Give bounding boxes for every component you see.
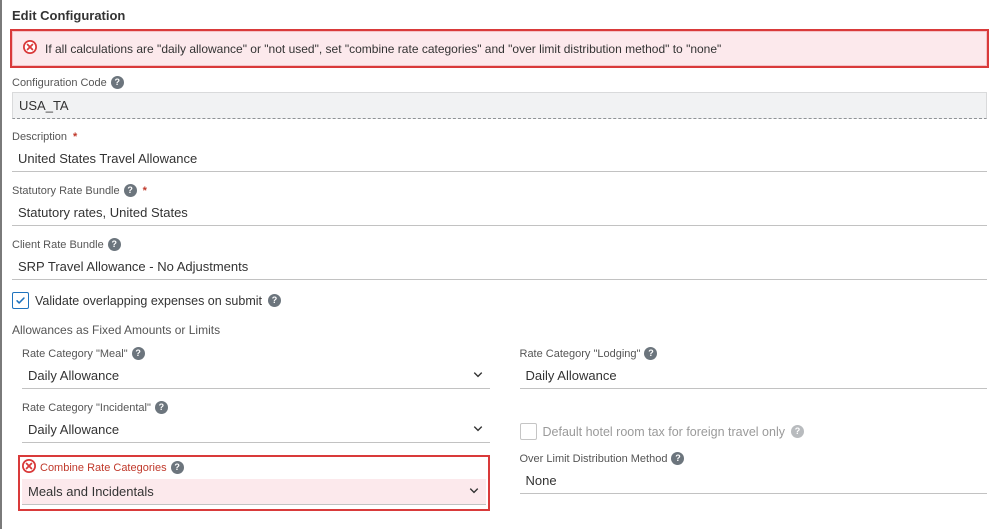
over-limit-select[interactable] — [520, 468, 988, 494]
error-circle-icon — [22, 459, 36, 476]
help-icon[interactable]: ? — [644, 347, 657, 360]
validation-error-banner: If all calculations are "daily allowance… — [12, 31, 987, 66]
rate-meal-label-text: Rate Category "Meal" — [22, 348, 128, 360]
config-code-label-text: Configuration Code — [12, 77, 107, 89]
allowances-section-heading: Allowances as Fixed Amounts or Limits — [12, 323, 987, 337]
help-icon[interactable]: ? — [155, 401, 168, 414]
over-limit-label-text: Over Limit Distribution Method — [520, 453, 668, 465]
statutory-bundle-label-text: Statutory Rate Bundle — [12, 185, 120, 197]
client-bundle-label-text: Client Rate Bundle — [12, 239, 104, 251]
default-hotel-tax-label: Default hotel room tax for foreign trave… — [543, 425, 785, 439]
statutory-bundle-label: Statutory Rate Bundle ? * — [12, 184, 987, 197]
description-field[interactable] — [12, 146, 987, 172]
rate-lodging-label-text: Rate Category "Lodging" — [520, 348, 641, 360]
description-label-text: Description — [12, 131, 67, 143]
rate-meal-select[interactable] — [22, 363, 490, 389]
page-title: Edit Configuration — [12, 8, 987, 23]
help-icon[interactable]: ? — [671, 452, 684, 465]
rate-incidental-select[interactable] — [22, 417, 490, 443]
combine-rate-label: Combine Rate Categories ? — [22, 459, 486, 476]
combine-rate-select[interactable] — [22, 479, 486, 505]
rate-incidental-label-text: Rate Category "Incidental" — [22, 402, 151, 414]
rate-incidental-value[interactable] — [22, 417, 490, 443]
rate-lodging-value[interactable] — [520, 363, 988, 389]
help-icon[interactable]: ? — [111, 76, 124, 89]
config-code-label: Configuration Code ? — [12, 76, 987, 89]
over-limit-label: Over Limit Distribution Method ? — [520, 452, 988, 465]
error-message-text: If all calculations are "daily allowance… — [45, 42, 721, 56]
over-limit-value[interactable] — [520, 468, 988, 494]
help-icon[interactable]: ? — [124, 184, 137, 197]
help-icon[interactable]: ? — [791, 425, 804, 438]
required-asterisk: * — [73, 131, 77, 143]
help-icon[interactable]: ? — [171, 461, 184, 474]
help-icon[interactable]: ? — [132, 347, 145, 360]
help-icon[interactable]: ? — [108, 238, 121, 251]
validate-overlap-label: Validate overlapping expenses on submit — [35, 294, 262, 308]
error-circle-icon — [23, 40, 37, 57]
rate-meal-label: Rate Category "Meal" ? — [22, 347, 490, 360]
help-icon[interactable]: ? — [268, 294, 281, 307]
rate-incidental-label: Rate Category "Incidental" ? — [22, 401, 490, 414]
required-asterisk: * — [143, 185, 147, 197]
config-code-field — [12, 92, 987, 119]
combine-rate-label-text: Combine Rate Categories — [40, 462, 167, 474]
client-bundle-label: Client Rate Bundle ? — [12, 238, 987, 251]
rate-lodging-select[interactable] — [520, 363, 988, 389]
rate-meal-value[interactable] — [22, 363, 490, 389]
client-bundle-field[interactable] — [12, 254, 987, 280]
description-label: Description * — [12, 131, 987, 143]
combine-rate-value[interactable] — [22, 479, 486, 505]
default-hotel-tax-checkbox[interactable] — [520, 423, 537, 440]
validate-overlap-checkbox[interactable] — [12, 292, 29, 309]
statutory-bundle-field[interactable] — [12, 200, 987, 226]
rate-lodging-label: Rate Category "Lodging" ? — [520, 347, 988, 360]
